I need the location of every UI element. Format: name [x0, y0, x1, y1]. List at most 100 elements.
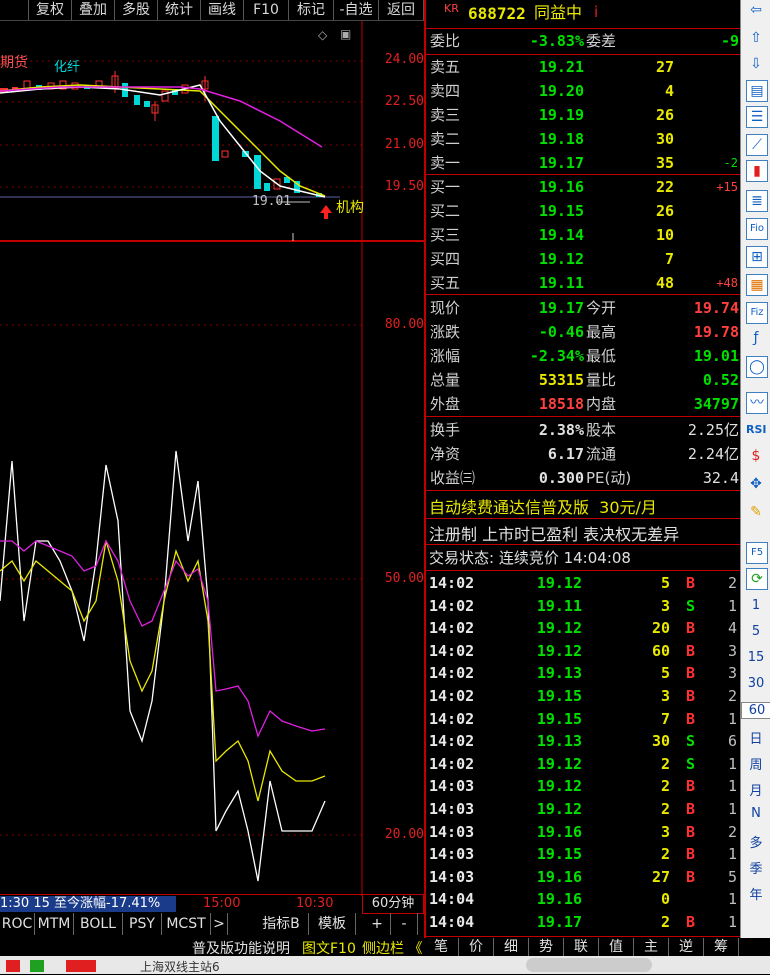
tick-row[interactable]: 14:04 19.16 0 1 [426, 888, 742, 911]
tab-boll[interactable]: BOLL [74, 913, 123, 935]
f10-link[interactable]: 图文F10 [302, 938, 356, 958]
add-watchlist-button[interactable]: -自选 [334, 0, 379, 20]
order-level[interactable]: 买二 19.15 26 [426, 200, 742, 223]
notes-icon[interactable]: ▦ [746, 274, 768, 296]
pen-icon[interactable]: ✎ [746, 502, 766, 522]
tick-price: 19.12 [536, 777, 582, 796]
period-年[interactable]: 年 [741, 884, 770, 903]
window-icon[interactable]: ▣ [340, 27, 351, 41]
period-1[interactable]: 1 [741, 598, 770, 613]
wave-icon[interactable]: 〰 [746, 392, 768, 414]
f10-icon[interactable]: Fio [746, 218, 768, 240]
function-icon[interactable]: ƒ [746, 328, 766, 348]
period-5[interactable]: 5 [741, 624, 770, 639]
tick-row[interactable]: 14:03 19.16 3 B 2 [426, 821, 742, 844]
tick-row[interactable]: 14:03 19.16 27 B 5 [426, 866, 742, 889]
period-周[interactable]: 周 [741, 754, 770, 773]
draw-line-button[interactable]: 画线 [201, 0, 244, 20]
order-level[interactable]: 买五 19.11 48 +48 [426, 272, 742, 295]
tick-row[interactable]: 14:03 19.15 2 B 1 [426, 843, 742, 866]
order-level[interactable]: 卖一 19.17 35 -2 [426, 152, 742, 175]
order-level[interactable]: 卖四 19.20 4 [426, 80, 742, 103]
quote-tab[interactable]: 值 [599, 938, 634, 956]
tick-row[interactable]: 14:02 19.15 7 B 1 [426, 708, 742, 731]
tick-row[interactable]: 14:02 19.12 20 B 4 [426, 617, 742, 640]
info-icon[interactable]: i [594, 1, 598, 24]
level-volume: 26 [655, 106, 674, 124]
period-selector[interactable]: 60分钟 [362, 894, 424, 914]
period-60[interactable]: 60 [741, 702, 770, 719]
list-icon[interactable]: ☰ [746, 106, 768, 128]
tab-mcst[interactable]: MCST [162, 913, 211, 935]
refresh-icon[interactable]: ⟳ [746, 568, 768, 590]
tick-row[interactable]: 14:04 19.17 2 B 1 [426, 911, 742, 934]
chart-icon[interactable]: ⊞ [746, 246, 768, 268]
report-icon[interactable]: ▤ [746, 80, 768, 102]
tick-row[interactable]: 14:02 19.12 60 B 3 [426, 640, 742, 663]
tick-row[interactable]: 14:03 19.12 2 B 1 [426, 775, 742, 798]
statistics-button[interactable]: 统计 [158, 0, 201, 20]
quote-tab[interactable]: 逆 [669, 938, 704, 956]
quote-tab[interactable]: 价 [459, 938, 494, 956]
tab-roc[interactable]: ROC [0, 913, 35, 935]
zoom-in-button[interactable]: + [364, 913, 391, 935]
rsi-button[interactable]: RSI [746, 420, 767, 440]
tick-row[interactable]: 14:02 19.12 2 S 1 [426, 753, 742, 776]
indicator-button[interactable]: 指标B [254, 913, 309, 935]
quote-tab[interactable]: 筹 [704, 938, 739, 956]
period-30[interactable]: 30 [741, 676, 770, 691]
f12-icon[interactable]: Fiz [746, 302, 768, 324]
template-button[interactable]: 模板 [309, 913, 356, 935]
quote-tab[interactable]: 笔 [424, 938, 459, 956]
period-季[interactable]: 季 [741, 858, 770, 877]
arrow-up-icon[interactable]: ⇧ [746, 28, 766, 48]
quote-tab[interactable]: 细 [494, 938, 529, 956]
trend-icon[interactable]: ⟋ [746, 134, 768, 156]
order-level[interactable]: 卖五 19.21 27 [426, 56, 742, 79]
arrow-left-icon[interactable]: ⇦ [746, 0, 766, 20]
kline-icon[interactable]: ▮ [746, 160, 768, 182]
period-日[interactable]: 日 [741, 728, 770, 747]
tab-psy[interactable]: PSY [123, 913, 162, 935]
quote-tab[interactable]: 主 [634, 938, 669, 956]
period-N[interactable]: N [741, 806, 770, 821]
overlay-button[interactable]: 叠加 [72, 0, 115, 20]
zoom-out-button[interactable]: - [391, 913, 418, 935]
news-icon[interactable]: ≣ [746, 190, 768, 212]
f10-button[interactable]: F10 [244, 0, 289, 20]
period-月[interactable]: 月 [741, 780, 770, 799]
period-多[interactable]: 多 [741, 832, 770, 851]
mark-button[interactable]: 标记 [289, 0, 334, 20]
osc-line-1 [0, 450, 326, 882]
tick-row[interactable]: 14:02 19.13 5 B 3 [426, 662, 742, 685]
order-level[interactable]: 买三 19.14 10 [426, 224, 742, 247]
scroll-thumb[interactable] [526, 958, 652, 972]
money-icon[interactable]: $ [746, 446, 766, 466]
collapse-icon[interactable]: ◇ [318, 28, 327, 42]
tick-row[interactable]: 14:02 19.12 5 B 2 [426, 572, 742, 595]
tick-row[interactable]: 14:02 19.13 30 S 6 [426, 730, 742, 753]
circle-icon[interactable]: ◯ [746, 356, 768, 378]
tick-row[interactable]: 14:03 19.12 2 B 1 [426, 798, 742, 821]
tab-more[interactable]: > [211, 913, 228, 935]
move-icon[interactable]: ✥ [746, 474, 766, 494]
sidebar-toggle[interactable]: 侧边栏 《 [362, 938, 422, 958]
tick-row[interactable]: 14:02 19.11 3 S 1 [426, 595, 742, 618]
order-level[interactable]: 卖三 19.19 26 [426, 104, 742, 127]
order-level[interactable]: 买四 19.12 7 [426, 248, 742, 271]
order-level[interactable]: 卖二 19.18 30 [426, 128, 742, 151]
tab-mtm[interactable]: MTM [35, 913, 74, 935]
back-button[interactable]: 返回 [379, 0, 424, 20]
quote-tab[interactable]: 势 [529, 938, 564, 956]
tick-row[interactable]: 14:02 19.15 3 B 2 [426, 685, 742, 708]
fuquan-button[interactable]: 复权 [29, 0, 72, 20]
order-level[interactable]: 买一 19.16 22 +15 [426, 176, 742, 199]
quote-tab[interactable]: 联 [564, 938, 599, 956]
chart-area[interactable]: ◇ ▣ 期货 化纤 24.00 22.50 21.00 19.50 19.01 … [0, 21, 424, 896]
subscription-ad[interactable]: 自动续费通达信普及版 30元/月 [429, 494, 657, 518]
f5-button[interactable]: F5 [746, 542, 768, 564]
multi-stock-button[interactable]: 多股 [115, 0, 158, 20]
arrow-down-icon[interactable]: ⇩ [746, 54, 766, 74]
help-link[interactable]: 普及版功能说明 [192, 938, 290, 958]
period-15[interactable]: 15 [741, 650, 770, 665]
